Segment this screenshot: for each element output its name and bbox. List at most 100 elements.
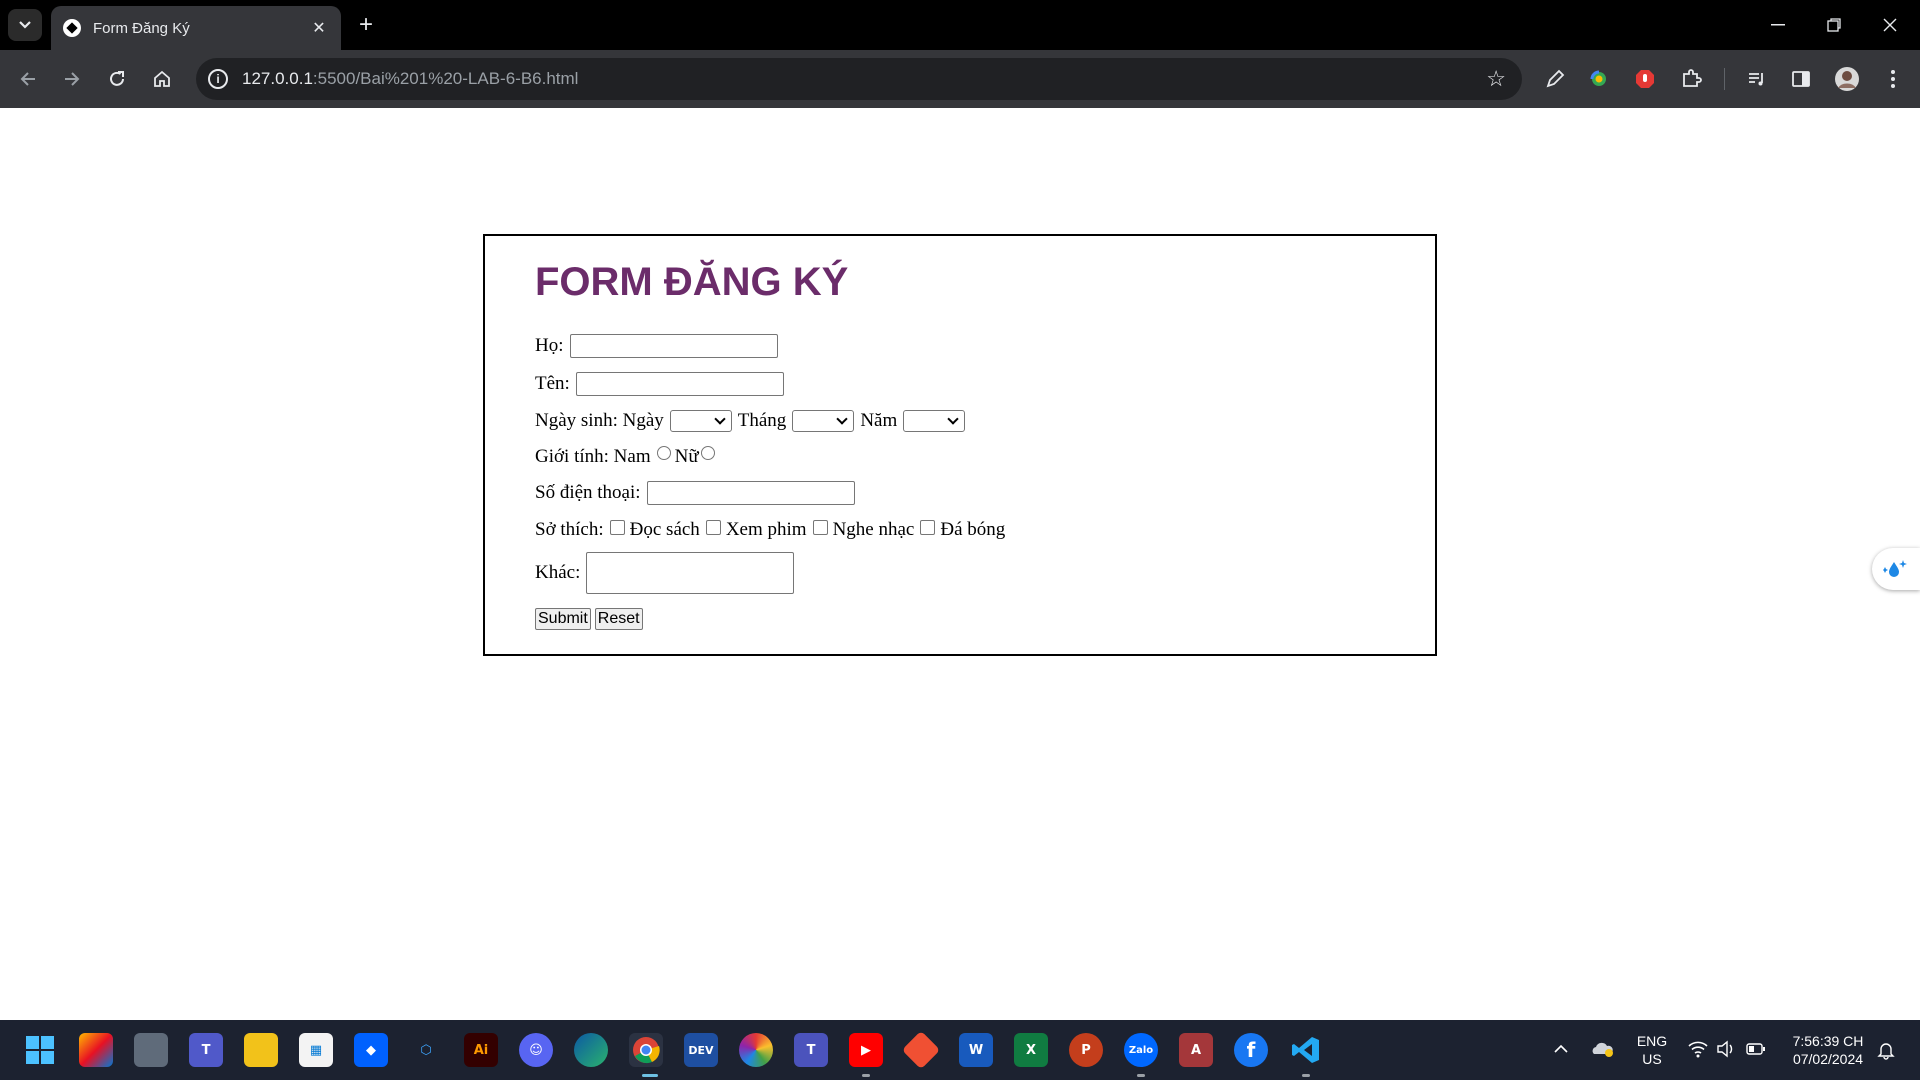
row-ngay-sinh: Ngày sinh: Ngày Tháng Năm <box>535 408 971 434</box>
edge-icon[interactable] <box>574 1033 608 1067</box>
form-title: FORM ĐĂNG KÝ <box>535 260 849 304</box>
tab-search-button[interactable] <box>8 9 42 41</box>
discord-icon[interactable]: ☺ <box>519 1033 553 1067</box>
volume-icon[interactable] <box>1716 1040 1736 1063</box>
ten-label: Tên: <box>535 373 570 394</box>
pen-extension-icon[interactable] <box>1540 64 1570 94</box>
year-select[interactable] <box>903 410 966 432</box>
site-info-icon[interactable]: i <box>208 69 228 89</box>
close-icon <box>1883 18 1897 32</box>
browser-tab-strip: Form Đăng Ký ✕ + <box>0 0 1920 50</box>
language-code: ENG <box>1636 1033 1668 1049</box>
ten-input[interactable] <box>575 372 784 396</box>
row-khac: Khác: <box>535 551 795 595</box>
dropbox-icon[interactable]: ◆ <box>354 1033 388 1067</box>
extensions-puzzle-icon[interactable] <box>1676 64 1706 94</box>
zalo-running-indicator <box>1137 1074 1145 1077</box>
git-icon[interactable] <box>901 1030 941 1070</box>
chrome-icon[interactable] <box>629 1033 663 1067</box>
day-select[interactable] <box>669 410 732 432</box>
gioi-tinh-label: Giới tính: Nam <box>535 446 651 467</box>
tab-close-icon[interactable]: ✕ <box>309 18 329 38</box>
page-favicon-icon <box>63 19 81 37</box>
row-gioi-tinh: Giới tính: Nam Nữ <box>535 444 719 470</box>
side-panel-icon[interactable] <box>1786 64 1816 94</box>
copilot-icon[interactable] <box>79 1033 113 1067</box>
registration-form: FORM ĐĂNG KÝ Họ: Tên: Ngày sinh: Ngày Th… <box>483 234 1437 656</box>
dev-cpp-icon[interactable]: DEV <box>684 1033 718 1067</box>
excel-icon[interactable]: X <box>1014 1033 1048 1067</box>
khac-label: Khác: <box>535 562 581 583</box>
reload-button[interactable] <box>101 63 133 95</box>
windows-start-icon[interactable] <box>23 1033 57 1067</box>
youtube-running-indicator <box>862 1074 870 1077</box>
wifi-icon[interactable] <box>1688 1040 1708 1063</box>
bookmark-star-icon[interactable]: ☆ <box>1486 66 1506 92</box>
url-host: 127.0.0.1 <box>242 69 313 88</box>
reset-button[interactable]: Reset <box>594 608 643 630</box>
access-icon[interactable]: A <box>1179 1033 1213 1067</box>
sketch-app-icon[interactable]: ⬡ <box>409 1033 443 1067</box>
windows-taskbar: T ▦ ◆ ⬡ Ai ☺ DEV T ▶ W X P Zalo A f ENG … <box>0 1020 1920 1080</box>
khac-textarea[interactable] <box>586 552 795 594</box>
url-path: :5500/Bai%201%20-LAB-6-B6.html <box>312 69 579 88</box>
clock-date: 07/02/2024 <box>1792 1051 1864 1067</box>
browser-toolbar: i 127.0.0.1:5500/Bai%201%20-LAB-6-B6.htm… <box>0 50 1920 108</box>
word-icon[interactable]: W <box>959 1033 993 1067</box>
browser-menu-icon[interactable] <box>1878 64 1908 94</box>
adblock-extension-icon[interactable] <box>1630 64 1660 94</box>
gender-male-radio[interactable] <box>656 446 671 460</box>
show-hidden-icons-chevron-icon[interactable] <box>1553 1042 1569 1060</box>
phone-input[interactable] <box>646 481 855 505</box>
clock[interactable]: 7:56:39 CH 07/02/2024 <box>1780 1032 1876 1068</box>
close-window-button[interactable] <box>1862 0 1918 50</box>
month-select[interactable] <box>792 410 855 432</box>
file-explorer-icon[interactable] <box>244 1033 278 1067</box>
notification-bell-icon[interactable] <box>1876 1040 1896 1065</box>
facebook-icon[interactable]: f <box>1234 1033 1268 1067</box>
browser-tab[interactable]: Form Đăng Ký ✕ <box>51 6 341 50</box>
url-text[interactable]: 127.0.0.1:5500/Bai%201%20-LAB-6-B6.html <box>242 69 578 89</box>
chevron-down-icon <box>19 21 31 29</box>
profile-avatar[interactable] <box>1832 64 1862 94</box>
thang-label: Tháng <box>737 410 787 431</box>
hobby-checkbox[interactable] <box>705 519 721 535</box>
toolbar-divider <box>1724 68 1725 90</box>
restore-button[interactable] <box>1806 0 1862 50</box>
home-icon <box>154 70 170 87</box>
back-arrow-icon <box>20 72 35 86</box>
battery-icon[interactable] <box>1746 1042 1766 1061</box>
nu-label: Nữ <box>674 446 699 467</box>
language-indicator[interactable]: ENG US <box>1630 1032 1674 1068</box>
tab-title: Form Đăng Ký <box>93 19 190 37</box>
minimize-button[interactable] <box>1750 0 1806 50</box>
home-button[interactable] <box>146 63 178 95</box>
new-tab-button[interactable]: + <box>352 11 380 39</box>
youtube-icon[interactable]: ▶ <box>849 1033 883 1067</box>
vscode-icon[interactable] <box>1289 1033 1323 1067</box>
gender-female-radio[interactable] <box>700 446 715 460</box>
floating-assistant-button[interactable] <box>1872 548 1920 590</box>
ho-input[interactable] <box>569 334 778 358</box>
address-bar[interactable]: i 127.0.0.1:5500/Bai%201%20-LAB-6-B6.htm… <box>196 58 1522 100</box>
back-button[interactable] <box>12 63 44 95</box>
row-buttons: Submit Reset <box>535 606 647 632</box>
hobby-checkbox[interactable] <box>920 519 936 535</box>
task-view-icon[interactable] <box>134 1033 168 1067</box>
media-controls-icon[interactable] <box>1742 64 1772 94</box>
zalo-icon[interactable]: Zalo <box>1124 1033 1158 1067</box>
hobby-checkbox[interactable] <box>609 519 625 535</box>
google-lens-extension-icon[interactable] <box>1584 64 1614 94</box>
teams-chat-icon[interactable]: T <box>189 1033 223 1067</box>
powerpoint-icon[interactable]: P <box>1069 1033 1103 1067</box>
illustrator-icon[interactable]: Ai <box>464 1033 498 1067</box>
hobby-label: Đọc sách <box>629 519 700 540</box>
microsoft-store-icon[interactable]: ▦ <box>299 1033 333 1067</box>
forward-button[interactable] <box>56 63 88 95</box>
row-ten: Tên: <box>535 371 784 397</box>
onedrive-icon[interactable] <box>1590 1040 1614 1063</box>
hobby-checkbox[interactable] <box>812 519 828 535</box>
submit-button[interactable]: Submit <box>535 608 591 630</box>
color-wheel-app-icon[interactable] <box>739 1033 773 1067</box>
teams-icon[interactable]: T <box>794 1033 828 1067</box>
